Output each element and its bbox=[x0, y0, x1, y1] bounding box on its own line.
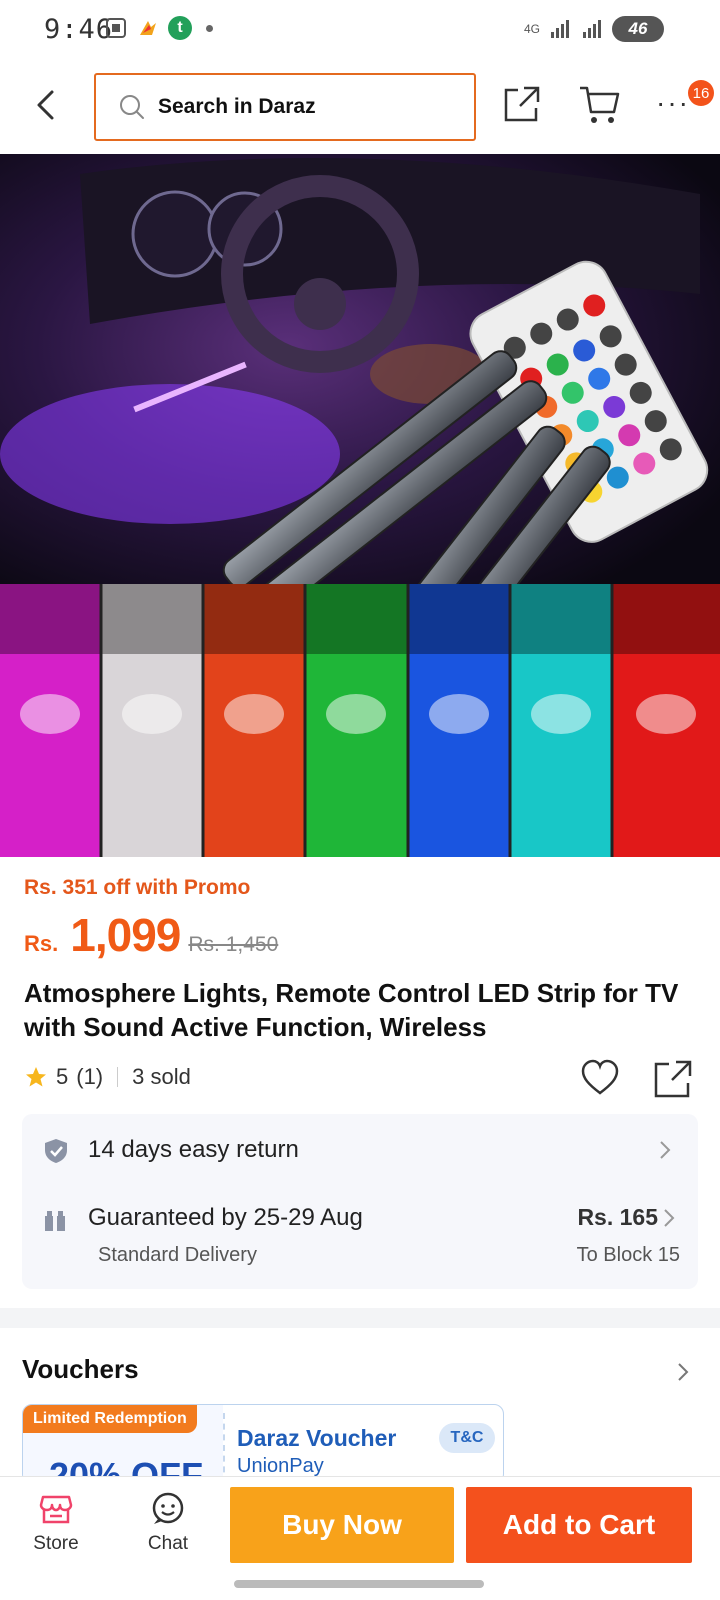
search-icon bbox=[118, 93, 146, 121]
price-row: Rs. 1,099 Rs. 1,450 bbox=[24, 908, 278, 962]
t-app-icon: t bbox=[168, 16, 192, 40]
signal-icon bbox=[548, 17, 572, 41]
delivery-fee: Rs. 165 bbox=[577, 1204, 658, 1230]
battery-icon: 46 bbox=[612, 16, 664, 42]
rating-count: (1) bbox=[76, 1064, 104, 1089]
notification-app-icon bbox=[136, 16, 160, 40]
service-info-card: 14 days easy return Guaranteed by 25-29 … bbox=[22, 1114, 698, 1289]
return-policy-text: 14 days easy return bbox=[88, 1136, 299, 1163]
screenshot-icon bbox=[104, 16, 128, 40]
chat-icon bbox=[150, 1491, 186, 1527]
top-bar: Search in Daraz ··· 16 bbox=[0, 62, 720, 152]
currency-label: Rs. bbox=[24, 931, 59, 956]
return-policy-row[interactable]: 14 days easy return bbox=[22, 1128, 698, 1172]
star-icon bbox=[24, 1065, 48, 1089]
chat-button[interactable]: Chat bbox=[134, 1487, 202, 1567]
voucher-provider: UnionPay bbox=[237, 1455, 324, 1477]
shield-check-icon bbox=[44, 1138, 68, 1164]
voucher-card[interactable]: Limited Redemption 20% OFF Daraz Voucher… bbox=[22, 1404, 504, 1484]
vouchers-title[interactable]: Vouchers bbox=[22, 1354, 139, 1385]
status-system: 4G 46 bbox=[524, 16, 664, 42]
dot-icon bbox=[206, 24, 213, 32]
wishlist-heart-icon[interactable] bbox=[580, 1058, 620, 1098]
buy-now-button[interactable]: Buy Now bbox=[230, 1487, 454, 1563]
delivery-box-icon bbox=[44, 1210, 66, 1232]
home-indicator[interactable] bbox=[234, 1580, 484, 1588]
rating-divider bbox=[117, 1067, 119, 1087]
limited-redemption-tag: Limited Redemption bbox=[23, 1405, 197, 1433]
status-notifications: t bbox=[104, 16, 213, 40]
section-divider bbox=[0, 1308, 720, 1328]
rating-row[interactable]: 5 (1) 3 sold bbox=[24, 1064, 191, 1090]
store-label: Store bbox=[33, 1533, 79, 1554]
signal-icon bbox=[580, 17, 604, 41]
chat-label: Chat bbox=[147, 1533, 189, 1554]
add-to-cart-button[interactable]: Add to Cart bbox=[466, 1487, 692, 1563]
chevron-right-icon bbox=[662, 1208, 676, 1228]
store-button[interactable]: Store bbox=[22, 1487, 90, 1567]
cart-count-badge: 16 bbox=[688, 80, 714, 106]
bottom-action-bar: Store Chat Buy Now Add to Cart bbox=[0, 1476, 720, 1574]
back-arrow-icon[interactable] bbox=[30, 88, 64, 122]
delivery-date: Guaranteed by 25-29 Aug bbox=[88, 1204, 363, 1231]
delivery-location: To Block 15 bbox=[576, 1244, 680, 1266]
share-icon[interactable] bbox=[652, 1058, 694, 1100]
status-time: 9:46 bbox=[44, 14, 114, 45]
store-icon bbox=[38, 1491, 74, 1527]
voucher-name: Daraz Voucher bbox=[237, 1425, 397, 1451]
terms-button[interactable]: T&C bbox=[439, 1423, 495, 1453]
original-price: Rs. 1,450 bbox=[188, 933, 279, 956]
cart-icon[interactable] bbox=[578, 84, 622, 126]
more-icon[interactable]: ··· bbox=[656, 88, 692, 124]
delivery-type: Standard Delivery bbox=[98, 1244, 257, 1266]
status-bar: 9:46 t 4G 46 bbox=[0, 0, 720, 62]
search-placeholder: Search in Daraz bbox=[158, 95, 316, 118]
search-input[interactable]: Search in Daraz bbox=[94, 73, 476, 141]
share-icon[interactable] bbox=[502, 84, 542, 124]
sold-count: 3 sold bbox=[132, 1064, 191, 1089]
delivery-row[interactable]: Guaranteed by 25-29 Aug Standard Deliver… bbox=[22, 1200, 698, 1280]
voucher-value-section: Limited Redemption 20% OFF bbox=[23, 1405, 223, 1483]
network-type: 4G bbox=[523, 21, 540, 36]
promo-text[interactable]: Rs. 351 off with Promo bbox=[24, 876, 250, 900]
product-image[interactable] bbox=[0, 154, 720, 857]
rating-value: 5 bbox=[56, 1064, 69, 1089]
voucher-divider bbox=[223, 1413, 225, 1483]
chevron-right-icon[interactable] bbox=[676, 1362, 690, 1382]
current-price: 1,099 bbox=[70, 909, 181, 961]
product-title: Atmosphere Lights, Remote Control LED St… bbox=[24, 978, 679, 1042]
chevron-right-icon bbox=[658, 1140, 672, 1160]
